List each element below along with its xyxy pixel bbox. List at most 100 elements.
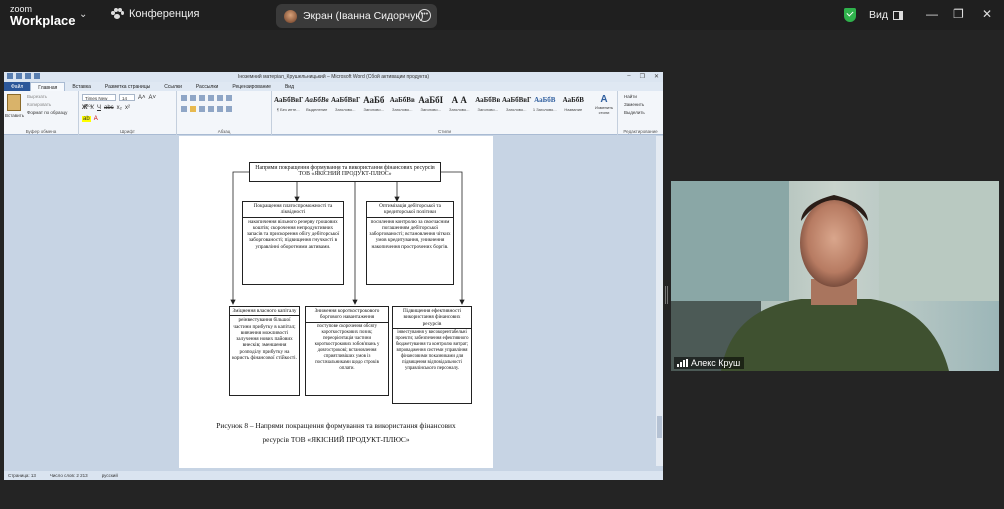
replace-button[interactable]: Заменить <box>624 102 644 107</box>
font-color-icon[interactable]: A <box>94 116 98 122</box>
copy-button[interactable]: Копировать <box>27 102 51 107</box>
grow-font-icon[interactable]: A˄ <box>138 95 146 101</box>
clipboard-label: Буфер обмена <box>25 129 57 134</box>
chevron-down-icon[interactable]: ⌄ <box>79 9 87 20</box>
diagram-node-liquidity: Покращення платоспроможності та ліквідно… <box>242 201 344 285</box>
numbering-icon[interactable] <box>190 95 196 101</box>
style-item[interactable]: АаБбВвГ Заголово... <box>502 93 532 123</box>
more-options-icon[interactable]: ••• <box>418 9 431 22</box>
style-item[interactable]: АаБб Заголово... <box>360 93 389 123</box>
styles-gallery: АаБбВвГ ¶ Без инте... АаБбВв Выделение АаБ… <box>274 93 588 123</box>
brand-large: Workplace <box>10 13 76 28</box>
tab-view[interactable]: Вид <box>278 82 301 91</box>
paragraph-label: Абзац <box>217 129 231 134</box>
font-size-select[interactable]: 14 <box>119 94 135 101</box>
strikethrough-icon[interactable]: abc <box>104 105 114 111</box>
zoom-top-bar: zoom Workplace ⌄ Конференция Экран (Іван… <box>0 0 1004 30</box>
font-name-select[interactable]: Times New Ro <box>82 94 116 108</box>
bullets-icon[interactable] <box>181 95 187 101</box>
view-button[interactable]: Вид <box>869 9 903 21</box>
encryption-shield-icon[interactable] <box>844 8 856 22</box>
meeting-label: Конференция <box>129 8 200 20</box>
shrink-font-icon[interactable]: A˅ <box>149 95 157 101</box>
bold-icon[interactable]: Ж <box>82 105 87 111</box>
participant-video-tile[interactable]: Алекс Круш <box>671 181 999 371</box>
style-item[interactable]: АаБбВвГ Заголово... <box>331 93 361 123</box>
font-label: Шрифт <box>120 129 135 134</box>
figure-caption-line-2: ресурсів ТОВ «ЯКІСНИЙ ПРОДУКТ-ПЛЮС» <box>262 435 410 444</box>
participant-name: Алекс Круш <box>691 358 741 368</box>
resize-handle[interactable] <box>665 286 668 304</box>
font-group: Times New Ro 14 A˄ A˅ ЖКЧ abc x₂ x² ab A Ш… <box>79 91 177 135</box>
style-item[interactable]: АаБбВвГ ¶ Без инте... <box>274 93 304 123</box>
align-left-icon[interactable] <box>181 106 187 112</box>
sharer-avatar <box>284 9 297 23</box>
cut-button[interactable]: Вырезать <box>27 94 47 99</box>
page-count[interactable]: Страница: 13 <box>8 473 36 478</box>
shared-word-window[interactable]: Іноземний матеріал_Крушельницький – Micr… <box>4 72 663 480</box>
screen-share-tab[interactable]: Экран (Іванна Сидорчук) ••• <box>276 4 437 28</box>
tab-insert[interactable]: Вставка <box>65 82 98 91</box>
style-item[interactable]: АаБбВ Название <box>559 93 588 123</box>
word-title: Іноземний матеріал_Крушельницький – Micr… <box>238 74 430 80</box>
change-styles-icon: A <box>600 94 608 105</box>
indent-icon[interactable] <box>208 95 214 101</box>
tab-file[interactable]: Файл <box>4 82 31 91</box>
tab-mailings[interactable]: Рассылки <box>189 82 225 91</box>
language[interactable]: русский <box>102 473 118 478</box>
underline-icon[interactable]: Ч <box>97 105 101 111</box>
vertical-scrollbar[interactable] <box>656 136 663 466</box>
diagram-root-node: Напрями покращення формування та викорис… <box>249 162 441 182</box>
change-styles-button[interactable]: A Изменить стили <box>595 94 613 115</box>
quick-access-toolbar[interactable] <box>7 73 40 79</box>
tab-page-layout[interactable]: Разметка страницы <box>98 82 157 91</box>
word-window-controls[interactable]: – ❐ ✕ <box>627 73 659 80</box>
subscript-icon[interactable]: x₂ <box>117 105 122 111</box>
restore-icon[interactable]: ❐ <box>953 7 964 21</box>
diagram-node-equity: Зміцнення власного капіталу реінвестуван… <box>229 306 300 396</box>
close-icon[interactable]: ✕ <box>982 7 992 21</box>
meeting-info-button[interactable]: Конференция <box>111 8 199 20</box>
word-status-bar: Страница: 13 Число слов: 2 213 русский <box>4 471 663 480</box>
pilcrow-icon[interactable] <box>226 95 232 101</box>
diagram-node-efficiency: Підвищення ефективності використання фін… <box>392 306 472 404</box>
multilevel-icon[interactable] <box>199 95 205 101</box>
document-page[interactable]: Напрями покращення формування та викорис… <box>179 136 493 468</box>
style-item[interactable]: АаБбВв Выделение <box>303 93 332 123</box>
find-button[interactable]: Найти <box>624 94 637 99</box>
highlight-icon[interactable]: ab <box>82 116 91 122</box>
minimize-icon[interactable]: — <box>926 7 938 21</box>
tab-review[interactable]: Рецензирование <box>225 82 278 91</box>
style-item[interactable]: АаБбI Заголово... <box>417 93 446 123</box>
word-count[interactable]: Число слов: 2 213 <box>50 473 88 478</box>
justify-icon[interactable] <box>208 106 214 112</box>
styles-group: АаБбВвГ ¶ Без инте... АаБбВв Выделение АаБ… <box>272 91 618 135</box>
paste-button[interactable]: Вставить <box>5 113 24 118</box>
zoom-workplace-logo[interactable]: zoom Workplace <box>10 4 76 28</box>
participant-video-frame <box>671 181 999 371</box>
screen-share-label: Экран (Іванна Сидорчук) <box>303 10 424 22</box>
clipboard-group: Вставить Вырезать Копировать Формат по о… <box>4 91 79 135</box>
italic-icon[interactable]: К <box>90 105 94 111</box>
sort-icon[interactable] <box>217 95 223 101</box>
shading-icon[interactable] <box>226 106 232 112</box>
style-item[interactable]: АаБбВв Заголово... <box>474 93 503 123</box>
style-item[interactable]: АаБбВв Заголово... <box>388 93 417 123</box>
align-right-icon[interactable] <box>199 106 205 112</box>
editing-group: Найти Заменить Выделить Редактирование <box>618 91 663 135</box>
select-button[interactable]: Выделить <box>624 110 645 115</box>
tab-references[interactable]: Ссылки <box>157 82 189 91</box>
diagram-node-receivables: Оптимізація дебіторської та кредиторсько… <box>366 201 454 285</box>
align-center-icon[interactable] <box>190 106 196 112</box>
scrollbar-thumb[interactable] <box>657 416 662 438</box>
word-title-bar: Іноземний матеріал_Крушельницький – Micr… <box>4 72 663 82</box>
paste-icon[interactable] <box>7 94 21 111</box>
view-layout-icon <box>893 10 903 20</box>
diagram-node-debt: Зниження короткострокового боргового нав… <box>305 306 389 396</box>
style-item[interactable]: А А Заголово... <box>445 93 474 123</box>
format-painter-button[interactable]: Формат по образцу <box>27 110 67 115</box>
superscript-icon[interactable]: x² <box>125 105 130 111</box>
style-item[interactable]: АаБбВ 1 Заголово... <box>531 93 560 123</box>
line-spacing-icon[interactable] <box>217 106 223 112</box>
tab-home[interactable]: Главная <box>30 82 66 91</box>
